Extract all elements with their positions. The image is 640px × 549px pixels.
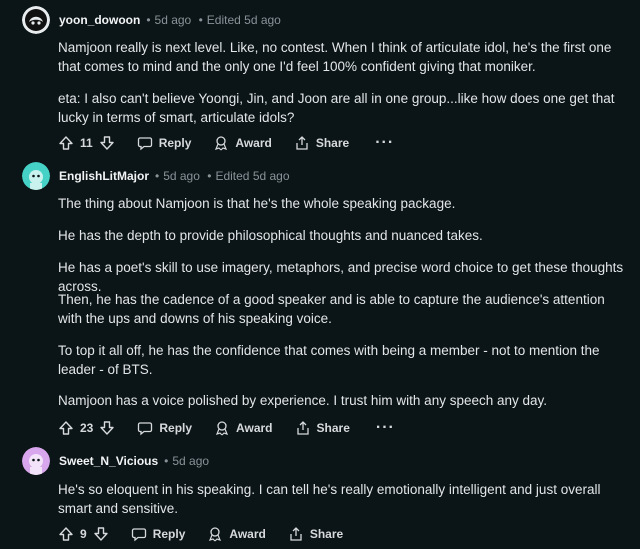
share-button[interactable]: Share: [295, 420, 350, 436]
award-label: Award: [236, 421, 273, 435]
share-icon: [290, 527, 302, 541]
vote-count: 11: [80, 136, 93, 150]
award-button[interactable]: Award: [213, 135, 272, 151]
comment-paragraph: To top it all off, he has the confidence…: [58, 343, 600, 377]
separator-dot: •: [164, 454, 169, 468]
award-label: Award: [229, 527, 266, 541]
comment-time: 5d ago: [172, 454, 210, 468]
downvote-icon[interactable]: [93, 526, 109, 542]
reply-icon: [137, 137, 152, 151]
award-icon: [216, 421, 229, 436]
avatar[interactable]: [22, 162, 50, 190]
reply-label: Reply: [159, 421, 193, 435]
reply-icon: [131, 528, 146, 542]
share-button[interactable]: Share: [288, 526, 343, 542]
separator-dot: •: [198, 13, 203, 27]
comment-paragraph: He has the depth to provide philosophica…: [58, 228, 483, 243]
share-icon: [296, 421, 309, 435]
comment-paragraph: Then, he has the cadence of a good speak…: [58, 292, 605, 326]
author-name[interactable]: EnglishLitMajor: [59, 169, 149, 183]
vote-count: 9: [80, 527, 87, 541]
comment-paragraph: eta: I also can't believe Yoongi, Jin, a…: [58, 91, 615, 125]
comment-time: 5d ago: [163, 169, 200, 183]
vote-count: 23: [80, 421, 94, 435]
separator-dot: •: [155, 169, 160, 183]
reply-icon: [138, 422, 153, 436]
comment-actions: 9 Reply Award Share: [58, 522, 343, 546]
comment-paragraph: The thing about Namjoon is that he's the…: [58, 196, 456, 211]
author-name[interactable]: yoon_dowoon: [59, 13, 140, 27]
downvote-icon[interactable]: [99, 135, 115, 151]
award-label: Award: [235, 136, 272, 150]
share-label: Share: [309, 527, 344, 541]
separator-dot: •: [207, 169, 212, 183]
award-button[interactable]: Award: [214, 420, 273, 436]
downvote-icon[interactable]: [99, 420, 115, 436]
comment-header: EnglishLitMajor • 5d ago • Edited 5d ago: [22, 162, 290, 190]
award-button[interactable]: Award: [207, 526, 266, 542]
reply-button[interactable]: Reply: [131, 526, 186, 542]
edited-label: Edited 5d ago: [215, 169, 290, 183]
award-icon: [209, 527, 222, 542]
edited-label: Edited 5d ago: [206, 13, 281, 27]
comment-time: 5d ago: [154, 13, 192, 27]
comment-meta: • 5d ago • Edited 5d ago: [146, 13, 281, 27]
avatar[interactable]: [22, 6, 50, 34]
comment-header: Sweet_N_Vicious • 5d ago: [22, 447, 209, 475]
reply-label: Reply: [152, 527, 186, 541]
share-label: Share: [315, 136, 350, 150]
reply-label: Reply: [158, 136, 192, 150]
comment-meta: • 5d ago • Edited 5d ago: [155, 169, 290, 183]
more-options-icon[interactable]: ···: [375, 135, 394, 151]
comment-actions: 23 Reply Award Share ···: [58, 416, 395, 440]
reply-button[interactable]: Reply: [137, 420, 192, 436]
comment-meta: • 5d ago: [164, 454, 209, 468]
reply-button[interactable]: Reply: [137, 135, 192, 151]
author-name[interactable]: Sweet_N_Vicious: [59, 454, 158, 468]
comment-paragraph: Namjoon really is next level. Like, no c…: [58, 40, 612, 74]
comment-actions: 11 Reply Award Share ···: [58, 131, 394, 155]
share-button[interactable]: Share: [294, 135, 349, 151]
avatar[interactable]: [22, 447, 50, 475]
upvote-icon[interactable]: [58, 526, 74, 542]
share-icon: [296, 136, 308, 150]
share-label: Share: [316, 421, 350, 435]
comment-paragraph: Namjoon has a voice polished by experien…: [58, 393, 548, 408]
comment-header: yoon_dowoon • 5d ago • Edited 5d ago: [22, 6, 281, 34]
more-options-icon[interactable]: ···: [376, 420, 395, 436]
upvote-icon[interactable]: [58, 420, 74, 436]
upvote-icon[interactable]: [58, 135, 74, 151]
separator-dot: •: [146, 13, 151, 27]
comment-paragraph: He's so eloquent in his speaking. I can …: [58, 482, 601, 516]
award-icon: [215, 136, 228, 151]
